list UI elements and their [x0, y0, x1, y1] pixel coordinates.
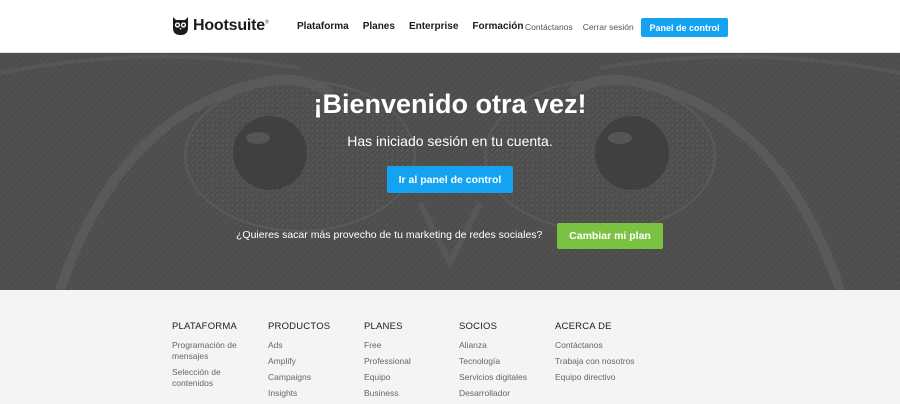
- footer-heading: PRODUCTOS: [268, 321, 331, 332]
- logout-link[interactable]: Cerrar sesión: [583, 22, 634, 32]
- nav-enterprise[interactable]: Enterprise: [409, 21, 458, 32]
- footer-link[interactable]: Campaigns: [268, 372, 348, 383]
- footer-link[interactable]: Tecnología: [459, 356, 539, 367]
- logo-text: Hootsuite®: [193, 17, 269, 34]
- footer-heading: SOCIOS: [459, 321, 498, 332]
- welcome-hero: ¡Bienvenido otra vez! Has iniciado sesió…: [0, 53, 900, 290]
- owl-logo-icon: [173, 17, 188, 35]
- footer-link[interactable]: Alianza: [459, 340, 539, 351]
- upgrade-question: ¿Quieres sacar más provecho de tu market…: [236, 229, 543, 241]
- footer-link[interactable]: Selección de contenidos: [172, 367, 252, 389]
- hootsuite-logo[interactable]: Hootsuite®: [172, 15, 269, 37]
- main-nav: Plataforma Planes Enterprise Formación: [297, 21, 524, 32]
- footer-column-acerca-de: ACERCA DE Contáctanos Trabaja con nosotr…: [555, 321, 635, 388]
- footer-heading: PLANES: [364, 321, 403, 332]
- footer-link[interactable]: Contáctanos: [555, 340, 635, 351]
- footer-heading: ACERCA DE: [555, 321, 612, 332]
- dashboard-button-header[interactable]: Panel de control: [641, 18, 728, 37]
- footer-link[interactable]: Trabaja con nosotros: [555, 356, 635, 367]
- nav-planes[interactable]: Planes: [363, 21, 395, 32]
- footer-link[interactable]: Desarrollador: [459, 388, 539, 399]
- footer-link[interactable]: Ads: [268, 340, 348, 351]
- change-plan-button[interactable]: Cambiar mi plan: [557, 223, 663, 249]
- go-to-dashboard-button[interactable]: Ir al panel de control: [387, 166, 513, 193]
- footer-link[interactable]: Amplify: [268, 356, 348, 367]
- footer-link[interactable]: Equipo: [364, 372, 444, 383]
- footer-link[interactable]: Programación de mensajes: [172, 340, 252, 362]
- site-header: Hootsuite® Plataforma Planes Enterprise …: [0, 0, 900, 53]
- welcome-title: ¡Bienvenido otra vez!: [313, 89, 587, 119]
- footer-link[interactable]: Free: [364, 340, 444, 351]
- footer-column-plataforma: PLATAFORMA Programación de mensajes Sele…: [172, 321, 252, 394]
- footer-link[interactable]: Insights: [268, 388, 348, 399]
- footer-link[interactable]: Servicios digitales: [459, 372, 539, 383]
- footer-link[interactable]: Equipo directivo: [555, 372, 635, 383]
- footer-heading: PLATAFORMA: [172, 321, 237, 332]
- footer-column-productos: PRODUCTOS Ads Amplify Campaigns Insights: [268, 321, 348, 404]
- footer-column-socios: SOCIOS Alianza Tecnología Servicios digi…: [459, 321, 539, 404]
- site-footer: PLATAFORMA Programación de mensajes Sele…: [0, 290, 900, 400]
- footer-link[interactable]: Business: [364, 388, 444, 399]
- welcome-subtitle: Has iniciado sesión en tu cuenta.: [347, 133, 553, 149]
- footer-link[interactable]: Professional: [364, 356, 444, 367]
- contact-link[interactable]: Contáctanos: [525, 22, 573, 32]
- nav-plataforma[interactable]: Plataforma: [297, 21, 349, 32]
- footer-column-planes: PLANES Free Professional Equipo Business: [364, 321, 444, 404]
- secondary-nav: Contáctanos Cerrar sesión: [525, 22, 634, 32]
- nav-formacion[interactable]: Formación: [472, 21, 523, 32]
